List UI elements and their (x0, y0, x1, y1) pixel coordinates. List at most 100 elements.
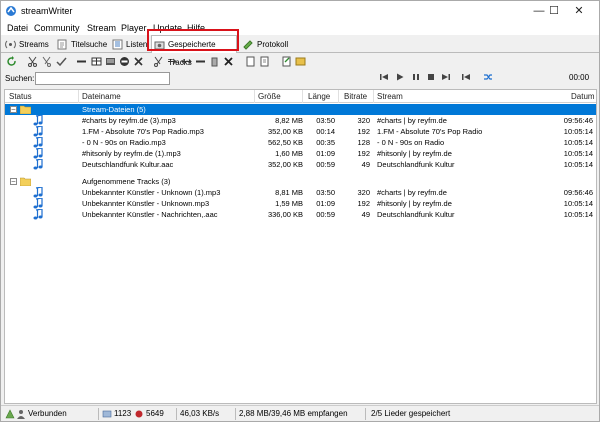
window-title: streamWriter (21, 6, 73, 16)
shuffle-icon[interactable] (483, 72, 493, 82)
cell-date: 09:56:46 (563, 188, 593, 197)
cut-icon[interactable] (27, 56, 38, 67)
cell-filename: Unbekannter Künstler - Unknown.mp3 (82, 199, 210, 208)
saved-tracks-table: Status Dateiname Größe Länge Bitrate Str… (4, 89, 597, 404)
pause-icon[interactable] (411, 72, 421, 82)
tab-label: Streams (19, 40, 49, 49)
dash-icon[interactable] (195, 56, 206, 67)
column-laenge[interactable]: Länge (308, 92, 330, 101)
cell-date: 10:05:14 (563, 138, 593, 147)
music-note-icon (33, 148, 43, 159)
table-row[interactable]: - 0 N - 90s on Radio.mp3 562,50 KB 00:35… (5, 137, 596, 148)
cell-stream: Deutschlandfunk Kultur (377, 160, 455, 169)
column-dateiname[interactable]: Dateiname (82, 92, 121, 101)
menu-player[interactable]: Player (121, 23, 147, 33)
cell-length: 00:59 (316, 210, 335, 219)
cell-bitrate: 49 (361, 210, 370, 219)
column-status[interactable]: Status (9, 92, 32, 101)
cell-size: 352,00 KB (267, 160, 303, 169)
list-icon (112, 39, 123, 50)
menu-datei[interactable]: Datei (7, 23, 28, 33)
delete-x-icon[interactable] (133, 56, 144, 67)
music-note-icon (33, 187, 43, 198)
column-datum[interactable]: Datum (571, 92, 595, 101)
search-input[interactable] (35, 72, 170, 85)
column-groesse[interactable]: Größe (258, 92, 281, 101)
column-divider[interactable] (338, 90, 339, 103)
check-icon[interactable] (56, 56, 67, 67)
trash-icon[interactable] (209, 56, 220, 67)
document-icon[interactable] (245, 56, 256, 67)
collapse-toggle[interactable]: – (10, 178, 17, 185)
column-divider[interactable] (302, 90, 303, 103)
close-x-icon[interactable] (223, 56, 234, 67)
column-stream[interactable]: Stream (377, 92, 403, 101)
stop-icon[interactable] (426, 72, 436, 82)
cell-date: 09:56:46 (563, 116, 593, 125)
tab-streams[interactable]: Streams (3, 37, 49, 52)
table-row[interactable]: #charts by reyfm.de (3).mp3 8,82 MB 03:5… (5, 115, 596, 126)
status-separator (176, 408, 177, 420)
status-received: 2,88 MB/39,46 MB empfangen (239, 409, 348, 418)
cell-stream: #charts | by reyfm.de (377, 188, 447, 197)
column-divider[interactable] (78, 90, 79, 103)
table-row[interactable]: Unbekannter Künstler - Nachrichten,.aac … (5, 209, 596, 220)
arrow-left-right-icon[interactable] (181, 56, 192, 67)
tab-listen[interactable]: Listen (110, 37, 147, 52)
play-icon[interactable] (395, 72, 405, 82)
table-row[interactable]: 1.FM - Absolute 70's Pop Radio.mp3 352,0… (5, 126, 596, 137)
table-row[interactable]: #hitsonly by reyfm.de (1).mp3 1,60 MB 01… (5, 148, 596, 159)
tab-titelsuche[interactable]: Titelsuche (55, 37, 107, 52)
music-note-icon (33, 115, 43, 126)
column-divider[interactable] (373, 90, 374, 103)
skip-back-icon[interactable] (461, 72, 471, 82)
folder-icon (20, 105, 31, 114)
cut-tool-icon[interactable] (41, 56, 52, 67)
minus-icon[interactable] (76, 56, 87, 67)
music-note-icon (33, 137, 43, 148)
table-row[interactable]: Unbekannter Künstler - Unknown (1).mp3 8… (5, 187, 596, 198)
tab-protokoll[interactable]: Protokoll (241, 37, 288, 52)
cell-stream: #hitsonly | by reyfm.de (377, 199, 452, 208)
cell-filename: 1.FM - Absolute 70's Pop Radio.mp3 (82, 127, 204, 136)
clients-icon (102, 410, 112, 418)
cell-length: 03:50 (316, 188, 335, 197)
group-title: Stream-Dateien (5) (82, 105, 146, 114)
cell-filename: Unbekannter Künstler - Unknown (1).mp3 (82, 188, 221, 197)
no-entry-icon[interactable] (119, 56, 130, 67)
cell-bitrate: 192 (357, 199, 370, 208)
menu-community[interactable]: Community (34, 23, 80, 33)
scissors-icon[interactable] (153, 56, 164, 67)
column-divider[interactable] (254, 90, 255, 103)
tab-label: Protokoll (257, 40, 289, 49)
grid-icon[interactable] (91, 56, 102, 67)
tag-icon[interactable] (295, 56, 306, 67)
collapse-toggle[interactable]: – (10, 106, 17, 113)
cell-filename: - 0 N - 90s on Radio.mp3 (82, 138, 166, 147)
refresh-icon[interactable] (6, 56, 17, 67)
status-separator (235, 408, 236, 420)
document-copy-icon[interactable] (259, 56, 270, 67)
group-title: Aufgenommene Tracks (3) (82, 177, 171, 186)
arrow-right-icon[interactable] (167, 56, 178, 67)
cell-size: 562,50 KB (267, 138, 303, 147)
tab-bar: Streams Titelsuche Listen Gespeicherte T… (1, 35, 599, 67)
cell-length: 01:09 (316, 199, 335, 208)
cell-size: 8,81 MB (275, 188, 303, 197)
close-button[interactable]: ✕ (559, 1, 599, 21)
next-icon[interactable] (441, 72, 451, 82)
cell-size: 1,59 MB (275, 199, 303, 208)
table-row[interactable]: Unbekannter Künstler - Unknown.mp3 1,59 … (5, 198, 596, 209)
music-note-icon (33, 198, 43, 209)
group-row-stream-dateien[interactable]: – Stream-Dateien (5) (5, 104, 596, 115)
music-note-icon (33, 209, 43, 220)
previous-icon[interactable] (379, 72, 389, 82)
tab-label: Listen (126, 40, 148, 49)
status-saved: 2/5 Lieder gespeichert (371, 409, 451, 418)
table-row[interactable]: Deutschlandfunk Kultur.aac 352,00 KB 00:… (5, 159, 596, 170)
export-icon[interactable] (281, 56, 292, 67)
list-view-icon[interactable] (105, 56, 116, 67)
column-bitrate[interactable]: Bitrate (344, 92, 367, 101)
menu-stream[interactable]: Stream (87, 23, 116, 33)
group-row-aufgenommene-tracks[interactable]: – Aufgenommene Tracks (3) (5, 176, 596, 187)
